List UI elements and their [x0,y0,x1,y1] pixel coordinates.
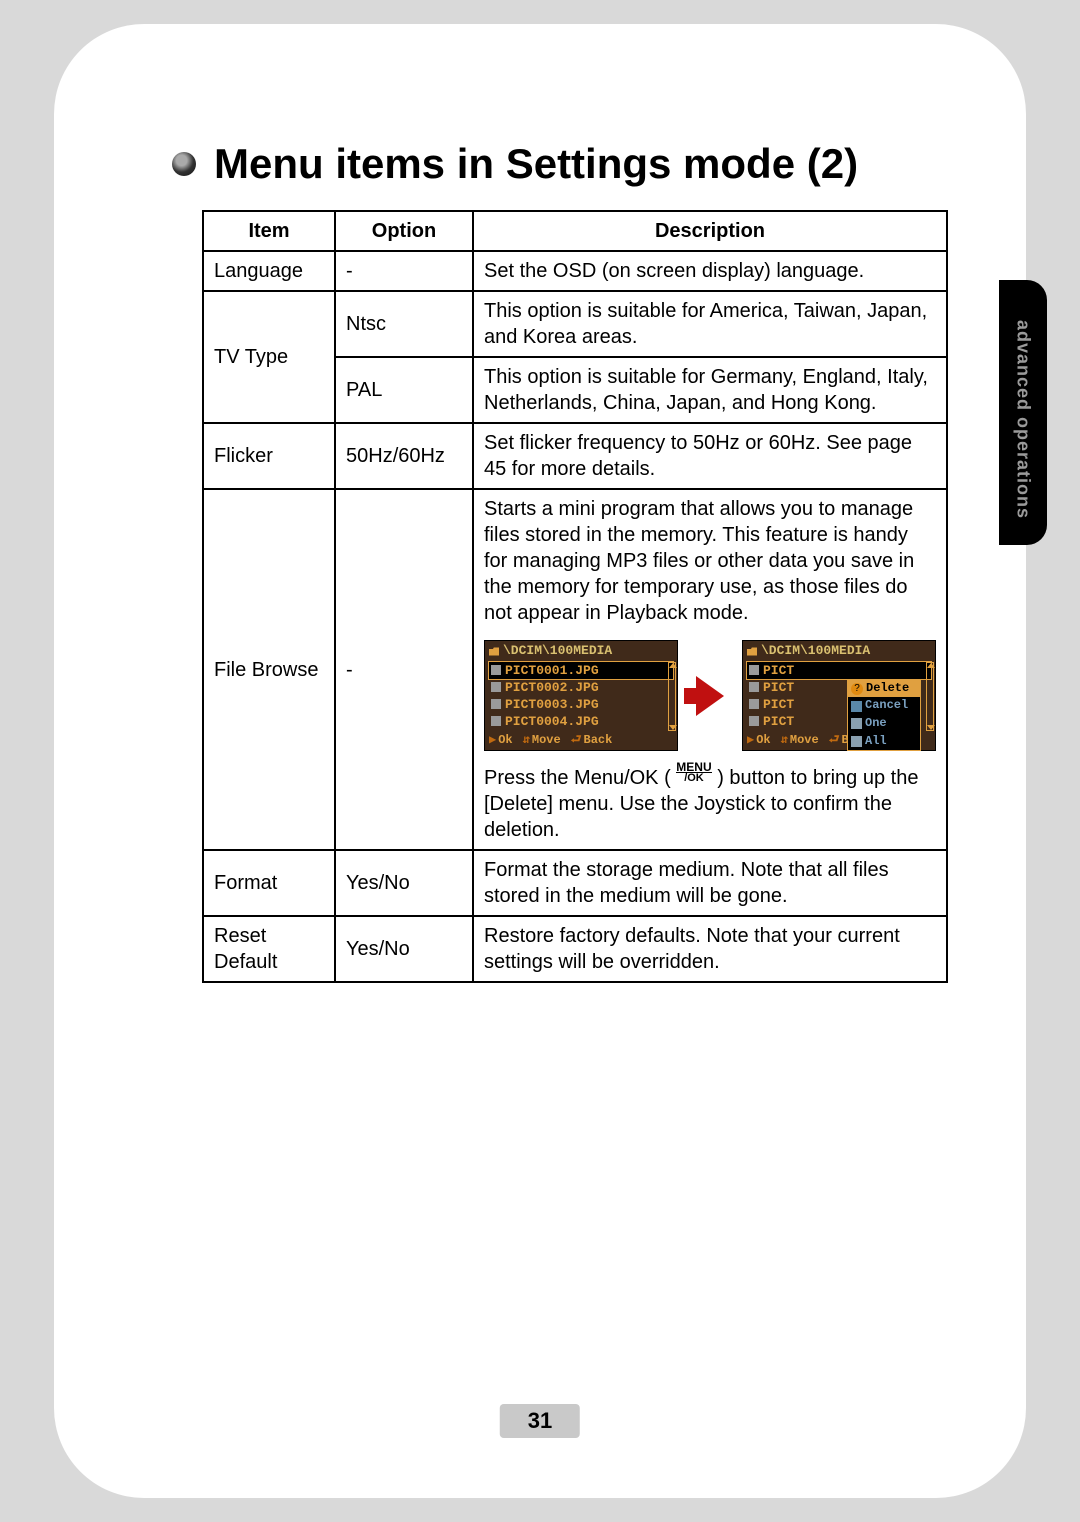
cell-option: 50Hz/60Hz [335,423,473,489]
list-item: PICT0003.JPG [489,696,673,713]
list-item: PICT [746,661,932,680]
section-tab: advanced operations [999,280,1047,545]
cell-option: Yes/No [335,850,473,916]
list-item: PICT0001.JPG [488,661,674,680]
cell-item: Flicker [203,423,335,489]
file-icon [491,665,501,675]
cell-desc: Starts a mini program that allows you to… [473,489,947,850]
question-icon: ? [851,683,863,695]
file-icon [491,716,501,726]
table-row: TV Type Ntsc This option is suitable for… [203,291,947,357]
fb-path: \DCIM\100MEDIA [743,641,935,662]
fb-hint-move: ⇵Move [781,733,819,749]
table-row: Flicker 50Hz/60Hz Set flicker frequency … [203,423,947,489]
fb-footer: ▶Ok ⇵Move ⮐Back [485,732,677,751]
list-item: PICT0002.JPG [489,679,673,696]
col-option: Option [335,211,473,251]
cell-desc: Set the OSD (on screen display) language… [473,251,947,291]
section-title: Menu items in Settings mode (2) [214,140,858,188]
cell-desc: This option is suitable for Germany, Eng… [473,357,947,423]
file-browser-figure: \DCIM\100MEDIA PICT0001.JPG PICT0002.JPG… [484,640,936,751]
folder-icon [489,646,499,656]
cell-desc: This option is suitable for America, Tai… [473,291,947,357]
cell-item: Format [203,850,335,916]
cell-item: Reset Default [203,916,335,982]
col-item: Item [203,211,335,251]
file-icon [491,699,501,709]
fb-file-list: PICT0001.JPG PICT0002.JPG PICT0003.JPG P… [485,661,677,732]
menu-ok-button-icon: MENU /OK [676,762,711,783]
file-icon [749,699,759,709]
file-browse-bottom-desc: Press the Menu/OK ( MENU /OK ) button to… [484,765,936,843]
file-browse-top-desc: Starts a mini program that allows you to… [484,496,936,626]
fb-file-list: PICT PICT PICT PICT ?Delete Cancel One A… [743,661,935,732]
cell-desc: Set flicker frequency to 50Hz or 60Hz. S… [473,423,947,489]
fb-hint-ok: ▶Ok [747,733,771,749]
scrollbar-icon [668,662,676,731]
cell-item: Language [203,251,335,291]
fb-hint-ok: ▶Ok [489,733,513,749]
cell-option: - [335,251,473,291]
cell-option: PAL [335,357,473,423]
folder-icon [747,646,757,656]
table-row: Format Yes/No Format the storage medium.… [203,850,947,916]
bullet-icon [172,152,196,176]
table-header-row: Item Option Description [203,211,947,251]
cell-option: - [335,489,473,850]
file-browser-screen-right: \DCIM\100MEDIA PICT PICT PICT PICT ?Dele… [742,640,936,751]
scrollbar-icon [926,662,934,731]
cell-item: File Browse [203,489,335,850]
fb-path: \DCIM\100MEDIA [485,641,677,662]
menu-item-one: One [848,715,920,733]
page-card: Menu items in Settings mode (2) Item Opt… [54,24,1026,1498]
fb-hint-move: ⇵Move [523,733,561,749]
table-row: File Browse - Starts a mini program that… [203,489,947,850]
file-icon [491,682,501,692]
menu-item-all: All [848,733,920,751]
delete-menu: ?Delete Cancel One All [847,679,921,751]
table-row: Language - Set the OSD (on screen displa… [203,251,947,291]
table-row: Reset Default Yes/No Restore factory def… [203,916,947,982]
cell-desc: Restore factory defaults. Note that your… [473,916,947,982]
list-item: PICT0004.JPG [489,713,673,730]
cell-option: Yes/No [335,916,473,982]
arrow-right-icon [696,676,724,716]
file-icon [749,716,759,726]
trash-icon [851,718,862,729]
cell-desc: Format the storage medium. Note that all… [473,850,947,916]
cell-option: Ntsc [335,291,473,357]
manual-page: Menu items in Settings mode (2) Item Opt… [0,0,1080,1522]
stack-icon [851,736,862,747]
menu-item-delete: ?Delete [848,680,920,698]
col-description: Description [473,211,947,251]
cell-item: TV Type [203,291,335,423]
menu-item-cancel: Cancel [848,697,920,715]
file-icon [749,665,759,675]
file-icon [749,682,759,692]
fb-hint-back: ⮐Back [571,733,613,749]
settings-table: Item Option Description Language - Set t… [202,210,948,983]
section-heading: Menu items in Settings mode (2) [172,140,858,188]
cancel-icon [851,701,862,712]
page-number: 31 [500,1404,580,1438]
file-browser-screen-left: \DCIM\100MEDIA PICT0001.JPG PICT0002.JPG… [484,640,678,751]
